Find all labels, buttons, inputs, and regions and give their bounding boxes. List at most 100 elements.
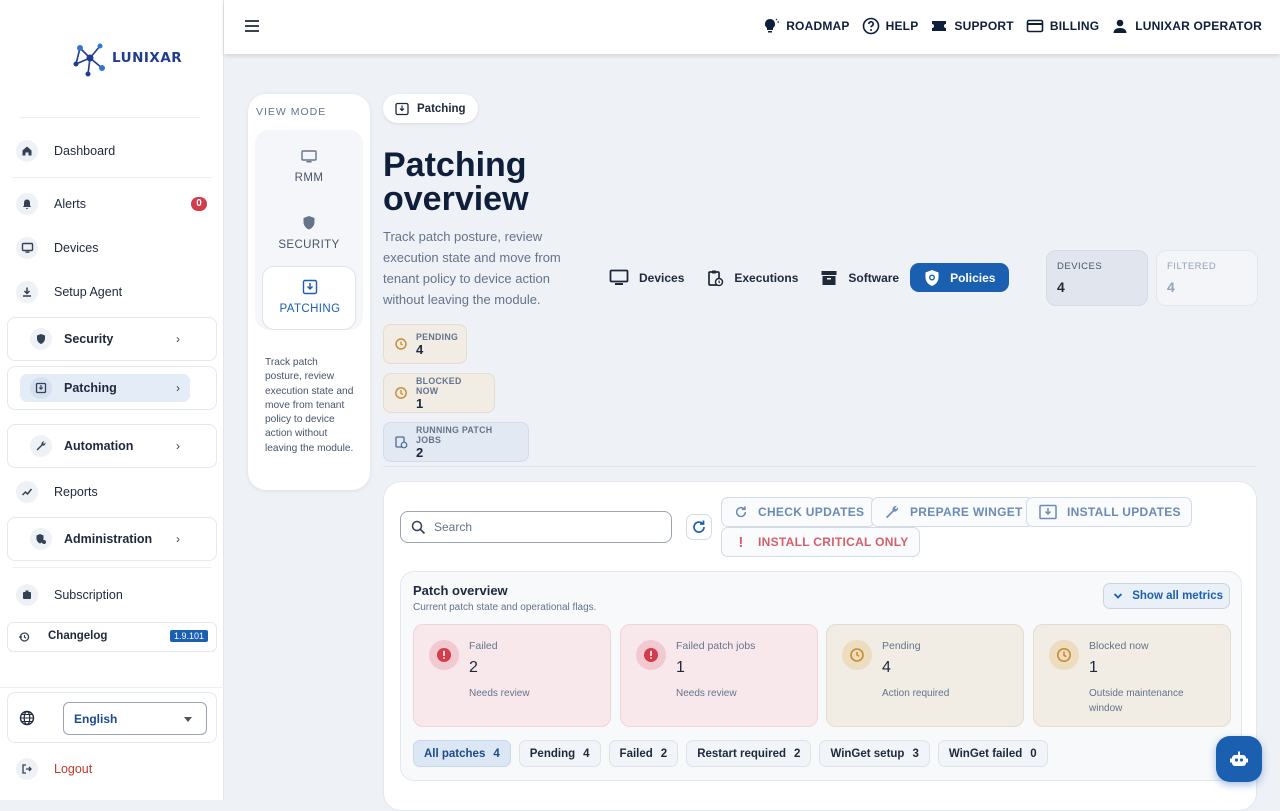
breadcrumb[interactable]: Patching <box>383 94 478 123</box>
shield-icon <box>30 328 52 350</box>
sidebar-item-reports[interactable]: Reports <box>16 481 98 503</box>
sidebar-item-devices[interactable]: Devices <box>16 237 98 259</box>
sidebar-item-subscription[interactable]: Subscription <box>16 584 123 606</box>
chip-label: BLOCKED NOW <box>416 375 462 396</box>
view-mode-option-label: RMM <box>294 172 324 184</box>
user-menu[interactable]: LUNIXAR OPERATOR <box>1111 17 1262 35</box>
app-logo[interactable]: LUNIXAR <box>72 38 182 78</box>
metric-value: 1 <box>676 659 685 676</box>
sidebar-group-row[interactable]: Patching <box>20 374 190 402</box>
sidebar-group-administration[interactable]: Administration › <box>7 517 217 561</box>
metric-title: Blocked now <box>1089 640 1149 652</box>
tab-label: Policies <box>950 270 996 285</box>
clock-icon <box>1049 640 1079 670</box>
sidebar-group-row[interactable]: Security <box>20 325 190 353</box>
roadmap-link[interactable]: ROADMAP <box>762 17 849 35</box>
refresh-button[interactable] <box>686 514 712 540</box>
assistant-bot-button[interactable] <box>1216 736 1262 782</box>
tab-devices[interactable]: Devices <box>598 263 695 292</box>
lunixar-logo-icon <box>73 43 105 77</box>
metric-subtitle: Outside maintenance window <box>1089 688 1184 714</box>
breadcrumb-label: Patching <box>417 102 466 115</box>
nav-label: ROADMAP <box>786 19 850 33</box>
logout-button[interactable]: Logout <box>16 758 92 780</box>
bell-icon <box>16 193 38 215</box>
view-mode-patching-content: PATCHING <box>256 279 364 315</box>
nav-label: SUPPORT <box>954 19 1014 33</box>
chevron-right-icon: › <box>176 532 180 546</box>
view-mode-rmm[interactable]: RMM <box>255 150 363 184</box>
refresh-icon <box>691 519 707 535</box>
filter-winget-failed[interactable]: WinGet failed 0 <box>937 740 1048 767</box>
metric-subtitle: Action required <box>882 688 950 699</box>
sidebar-item-setup-agent[interactable]: Setup Agent <box>16 281 122 303</box>
support-link[interactable]: SUPPORT <box>930 17 1014 35</box>
globe-icon <box>19 710 35 726</box>
sidebar-item-label: Reports <box>54 485 98 499</box>
policy-shield-icon <box>924 269 940 287</box>
show-all-metrics-button[interactable]: Show all metrics <box>1103 583 1230 609</box>
language-select[interactable]: English <box>63 702 207 735</box>
caret-down-icon <box>184 717 192 722</box>
prepare-winget-button[interactable]: PREPARE WINGET <box>871 497 1034 527</box>
chevron-right-icon: › <box>176 332 180 346</box>
filter-pending[interactable]: Pending 4 <box>518 740 601 767</box>
sidebar-group-automation[interactable]: Automation › <box>7 424 217 468</box>
action-label: INSTALL CRITICAL ONLY <box>758 535 909 549</box>
check-updates-button[interactable]: CHECK UPDATES <box>721 497 876 527</box>
metric-title: Failed <box>469 640 498 652</box>
sidebar-item-label: Subscription <box>54 588 123 602</box>
filter-all-patches[interactable]: All patches 4 <box>413 740 511 767</box>
filter-failed[interactable]: Failed 2 <box>608 740 679 767</box>
language-value: English <box>74 711 118 726</box>
pending-clock-icon <box>842 640 872 670</box>
metric-card-blocked[interactable]: Blocked now 1 Outside maintenance window <box>1033 624 1231 727</box>
filter-count: 2 <box>660 747 668 760</box>
wrench-icon <box>30 435 52 457</box>
shield-icon <box>303 216 315 230</box>
view-mode-security[interactable]: SECURITY <box>255 215 363 251</box>
tab-policies[interactable]: Policies <box>910 263 1010 292</box>
filter-winget-setup[interactable]: WinGet setup 3 <box>819 740 930 767</box>
install-updates-button[interactable]: INSTALL UPDATES <box>1026 497 1192 527</box>
sidebar-item-dashboard[interactable]: Dashboard <box>16 140 115 162</box>
divider <box>0 687 224 688</box>
patch-icon <box>395 102 409 116</box>
summary-chip-blocked: BLOCKED NOW 1 <box>383 373 495 413</box>
metric-card-pending[interactable]: Pending 4 Action required <box>826 624 1024 727</box>
monitor-icon <box>609 269 629 287</box>
chevron-down-icon <box>1112 590 1124 602</box>
tab-software[interactable]: Software <box>809 263 910 292</box>
history-icon <box>18 631 30 643</box>
sidebar-group-patching[interactable]: Patching › <box>7 366 217 410</box>
download-icon <box>16 281 38 303</box>
stat-value: 4 <box>1167 279 1175 295</box>
sidebar-group-security[interactable]: Security › <box>7 317 217 361</box>
install-critical-button[interactable]: ! INSTALL CRITICAL ONLY <box>721 527 920 557</box>
tab-executions[interactable]: Executions <box>695 263 809 292</box>
metric-value: 1 <box>1089 659 1098 676</box>
view-mode-patching[interactable]: PATCHING <box>262 266 356 330</box>
hamburger-menu-icon[interactable] <box>244 19 260 33</box>
help-link[interactable]: HELP <box>862 17 919 35</box>
filter-restart-required[interactable]: Restart required 2 <box>686 740 812 767</box>
billing-link[interactable]: BILLING <box>1026 17 1099 35</box>
filter-label: WinGet failed <box>948 747 1023 760</box>
card-icon <box>1026 17 1044 35</box>
stat-label: FILTERED <box>1167 261 1217 272</box>
patch-icon <box>302 279 318 295</box>
clipboard-clock-icon <box>394 435 408 449</box>
search-input[interactable]: Search <box>400 511 672 543</box>
metric-card-failed[interactable]: Failed 2 Needs review <box>413 624 611 727</box>
sidebar-group-row[interactable]: Automation <box>20 432 190 460</box>
metric-card-failed-jobs[interactable]: Failed patch jobs 1 Needs review <box>620 624 818 727</box>
error-icon <box>429 640 459 670</box>
sidebar-group-label: Patching <box>64 381 117 395</box>
patch-overview: Patch overview Current patch state and o… <box>400 571 1242 781</box>
changelog-link[interactable]: Changelog 1.9.101 <box>7 622 217 652</box>
filter-chips: All patches 4 Pending 4 Failed 2 Restart re… <box>413 740 1048 767</box>
sidebar-group-row[interactable]: Administration <box>20 525 190 553</box>
filter-count: 4 <box>493 747 500 760</box>
sidebar-item-alerts[interactable]: Alerts <box>16 193 86 215</box>
filter-count: 0 <box>1030 747 1037 760</box>
